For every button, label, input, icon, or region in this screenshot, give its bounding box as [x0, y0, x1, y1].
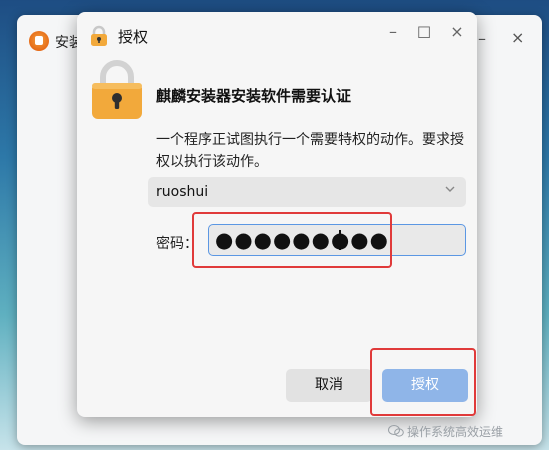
- maximize-button[interactable]: ☐: [413, 23, 435, 42]
- selected-user: ruoshui: [156, 184, 209, 200]
- watermark-text: 操作系统高效运维: [407, 425, 504, 439]
- highlight-box-authorize: [370, 348, 476, 416]
- auth-description: 一个程序正试图执行一个需要特权的动作。要求授权以执行该动作。: [156, 132, 464, 170]
- cancel-button[interactable]: 取消: [286, 369, 372, 402]
- minimize-button[interactable]: –: [382, 22, 404, 41]
- watermark: 操作系统高效运维: [388, 423, 503, 440]
- auth-heading: 麒麟安装器安装软件需要认证: [156, 87, 352, 105]
- background-minimize-button[interactable]: –: [478, 29, 486, 48]
- background-close-button[interactable]: ×: [511, 28, 524, 47]
- chevron-down-icon: [444, 183, 456, 198]
- lock-icon: [88, 59, 146, 125]
- highlight-box-password: [192, 212, 392, 268]
- wechat-icon: [388, 425, 404, 437]
- dialog-titlebar: 授权 – ☐ ×: [77, 12, 477, 58]
- user-select[interactable]: ruoshui: [148, 177, 466, 207]
- dialog-title: 授权: [118, 28, 149, 46]
- close-button[interactable]: ×: [446, 22, 468, 41]
- installer-logo-icon: [29, 31, 49, 51]
- lock-icon: [88, 25, 110, 51]
